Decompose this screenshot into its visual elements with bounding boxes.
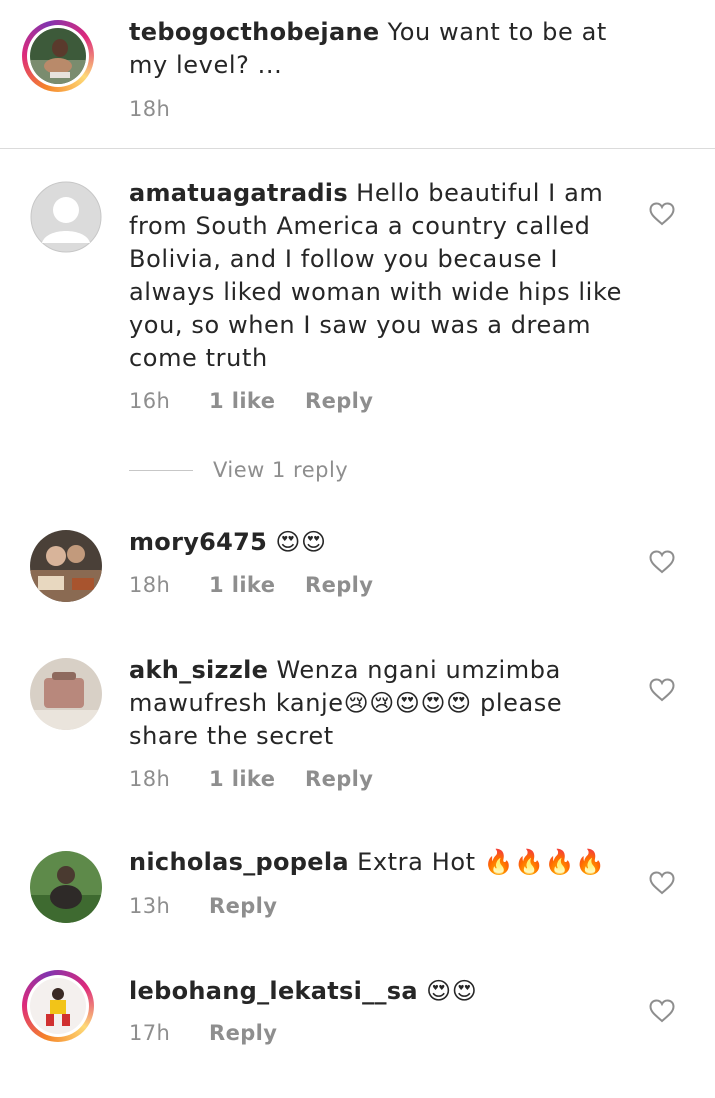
comment-username[interactable]: amatuagatradis [129, 179, 348, 207]
person-placeholder-icon [30, 181, 102, 253]
comment-text: 😍😍 [275, 528, 327, 556]
comment-text-block: lebohang_lekatsi__sa 😍😍 [129, 975, 629, 1008]
avatar[interactable] [22, 970, 94, 1042]
comment-meta: 17h Reply [129, 1021, 277, 1045]
avatar[interactable] [30, 530, 102, 602]
caption-text-block: tebogocthobejane You want to be at my le… [129, 16, 649, 82]
comment-text: 😍😍 [426, 977, 478, 1005]
comment-username[interactable]: mory6475 [129, 528, 267, 556]
comment-text: Extra Hot 🔥🔥🔥🔥 [357, 848, 606, 876]
view-replies-line [129, 469, 193, 471]
comment-time: 16h [129, 389, 171, 413]
heart-outline-icon[interactable] [649, 999, 675, 1023]
comment-likes[interactable]: 1 like [209, 767, 305, 791]
comment-meta: 13h Reply [129, 894, 277, 918]
default-avatar[interactable] [30, 181, 102, 253]
view-replies-label[interactable]: View 1 reply [213, 458, 348, 482]
caption-meta: 18h [129, 97, 209, 121]
avatar-photo [30, 978, 86, 1034]
caption-username[interactable]: tebogocthobejane [129, 18, 379, 46]
comment-username[interactable]: lebohang_lekatsi__sa [129, 977, 418, 1005]
comment-meta: 18h 1 like Reply [129, 573, 373, 597]
comment-text-block: akh_sizzle Wenza ngani umzimba mawufresh… [129, 654, 629, 753]
reply-button[interactable]: Reply [305, 389, 373, 413]
heart-outline-icon[interactable] [649, 550, 675, 574]
comment-item: akh_sizzle Wenza ngani umzimba mawufresh… [0, 650, 715, 810]
comment-item: amatuagatradis Hello beautiful I am from… [0, 170, 715, 490]
comment-text-block: mory6475 😍😍 [129, 526, 629, 559]
comment-item: lebohang_lekatsi__sa 😍😍 17h Reply [0, 970, 715, 1080]
post-caption: tebogocthobejane You want to be at my le… [0, 0, 715, 149]
reply-button[interactable]: Reply [305, 573, 373, 597]
view-replies-button[interactable]: View 1 reply [129, 458, 348, 482]
comment-time: 13h [129, 894, 171, 918]
comment-meta: 16h 1 like Reply [129, 389, 373, 413]
caption-time: 18h [129, 97, 171, 121]
comment-text-block: amatuagatradis Hello beautiful I am from… [129, 177, 629, 375]
caption-avatar[interactable] [22, 20, 94, 92]
comment-text: Hello beautiful I am from South America … [129, 179, 622, 372]
comment-likes[interactable]: 1 like [209, 573, 305, 597]
avatar[interactable] [30, 851, 102, 923]
avatar-photo [30, 530, 102, 602]
comment-likes[interactable]: 1 like [209, 389, 305, 413]
comment-time: 17h [129, 1021, 171, 1045]
avatar-photo [30, 658, 102, 730]
comment-username[interactable]: akh_sizzle [129, 656, 268, 684]
comment-item: nicholas_popela Extra Hot 🔥🔥🔥🔥 13h Reply [0, 842, 715, 942]
heart-outline-icon[interactable] [649, 202, 675, 226]
reply-button[interactable]: Reply [209, 894, 277, 918]
comment-time: 18h [129, 767, 171, 791]
comment-username[interactable]: nicholas_popela [129, 848, 349, 876]
avatar[interactable] [30, 658, 102, 730]
comment-item: mory6475 😍😍 18h 1 like Reply [0, 520, 715, 620]
comment-text-block: nicholas_popela Extra Hot 🔥🔥🔥🔥 [129, 846, 629, 879]
comment-meta: 18h 1 like Reply [129, 767, 373, 791]
heart-outline-icon[interactable] [649, 678, 675, 702]
comment-time: 18h [129, 573, 171, 597]
reply-button[interactable]: Reply [209, 1021, 277, 1045]
avatar-photo [30, 28, 86, 84]
reply-button[interactable]: Reply [305, 767, 373, 791]
heart-outline-icon[interactable] [649, 871, 675, 895]
avatar-photo [30, 851, 102, 923]
